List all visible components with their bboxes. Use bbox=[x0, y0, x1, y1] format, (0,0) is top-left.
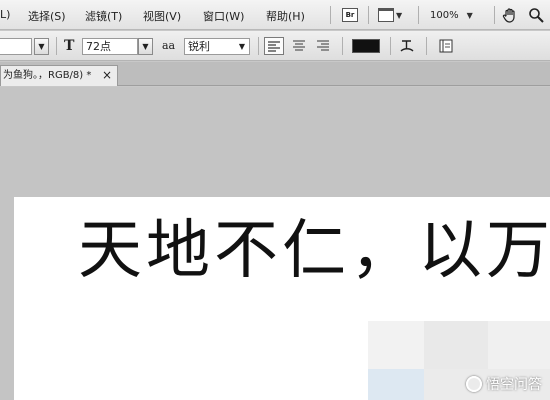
close-tab-button[interactable]: × bbox=[102, 66, 112, 85]
font-size-field[interactable]: 72点 bbox=[82, 38, 138, 55]
bridge-icon: Br bbox=[342, 8, 358, 22]
zoom-tool-button[interactable] bbox=[528, 5, 544, 25]
panel-icon bbox=[439, 39, 453, 53]
align-left-button[interactable] bbox=[264, 37, 284, 55]
font-style-field[interactable] bbox=[0, 38, 32, 55]
align-left-icon bbox=[268, 41, 280, 52]
chevron-down-icon: ▼ bbox=[466, 10, 473, 20]
menu-filter[interactable]: 滤镜(T) bbox=[85, 8, 122, 24]
options-bar: ▼ T 72点 ▼ aa 锐利 ▼ bbox=[0, 31, 550, 61]
document-tab-bar: 为鱼狗。，RGB/8) * × bbox=[0, 62, 550, 86]
options-separator bbox=[390, 37, 391, 55]
background-tile bbox=[368, 321, 424, 369]
menu-separator bbox=[368, 6, 369, 24]
chevron-down-icon: ▼ bbox=[142, 42, 149, 51]
align-right-button[interactable] bbox=[314, 37, 334, 55]
menu-separator bbox=[330, 6, 331, 24]
chevron-down-icon: ▼ bbox=[396, 10, 403, 20]
screen-mode-button[interactable]: ▼ bbox=[378, 5, 402, 25]
align-right-icon bbox=[317, 40, 329, 51]
bridge-button[interactable]: Br bbox=[342, 5, 358, 25]
text-color-swatch[interactable] bbox=[352, 39, 380, 53]
hand-tool-button[interactable] bbox=[502, 5, 518, 25]
font-style-dropdown[interactable]: ▼ bbox=[34, 38, 49, 55]
options-separator bbox=[258, 37, 259, 55]
text-orientation-icon[interactable]: T bbox=[64, 38, 74, 54]
options-separator bbox=[426, 37, 427, 55]
antialias-value: 锐利 bbox=[188, 40, 210, 53]
document-tab-title: 为鱼狗。，RGB/8) * bbox=[3, 70, 92, 81]
background-tile bbox=[488, 321, 550, 369]
align-center-button[interactable] bbox=[290, 37, 310, 55]
menu-layer[interactable]: L) bbox=[0, 8, 10, 21]
watermark-text: 悟空问答 bbox=[486, 377, 542, 393]
chevron-down-icon: ▼ bbox=[38, 42, 45, 51]
options-separator bbox=[56, 37, 57, 55]
magnifier-icon bbox=[529, 8, 544, 23]
warp-text-icon bbox=[400, 40, 414, 52]
options-separator bbox=[342, 37, 343, 55]
antialias-icon: aa bbox=[162, 39, 176, 52]
antialias-select[interactable]: 锐利 ▼ bbox=[184, 38, 250, 55]
font-size-dropdown[interactable]: ▼ bbox=[138, 38, 153, 55]
menu-separator bbox=[494, 6, 495, 24]
menu-bar: L) 选择(S) 滤镜(T) 视图(V) 窗口(W) 帮助(H) Br ▼ 10… bbox=[0, 0, 550, 30]
document-tab[interactable]: 为鱼狗。，RGB/8) * × bbox=[0, 65, 118, 86]
screen-mode-icon bbox=[378, 8, 394, 22]
menu-help[interactable]: 帮助(H) bbox=[266, 8, 305, 24]
zoom-value: 100% bbox=[430, 9, 459, 21]
watermark: 悟空问答 bbox=[466, 374, 542, 394]
zoom-select[interactable]: 100% ▼ bbox=[430, 5, 473, 25]
menu-view[interactable]: 视图(V) bbox=[143, 8, 181, 24]
document-canvas[interactable]: 天地不仁，以万 悟空问答 bbox=[14, 197, 550, 400]
hand-icon bbox=[502, 8, 515, 23]
menu-separator bbox=[418, 6, 419, 24]
align-center-icon bbox=[293, 40, 305, 51]
canvas-area: 天地不仁，以万 悟空问答 bbox=[0, 87, 550, 400]
background-tile bbox=[368, 369, 424, 400]
menu-window[interactable]: 窗口(W) bbox=[203, 8, 244, 24]
menu-select[interactable]: 选择(S) bbox=[28, 8, 66, 24]
warp-text-button[interactable] bbox=[398, 38, 416, 57]
canvas-text-layer[interactable]: 天地不仁，以万 bbox=[78, 199, 550, 291]
character-panel-button[interactable] bbox=[438, 38, 454, 57]
chevron-down-icon: ▼ bbox=[238, 42, 245, 51]
watermark-logo-icon bbox=[466, 376, 482, 392]
background-tile bbox=[424, 321, 488, 369]
